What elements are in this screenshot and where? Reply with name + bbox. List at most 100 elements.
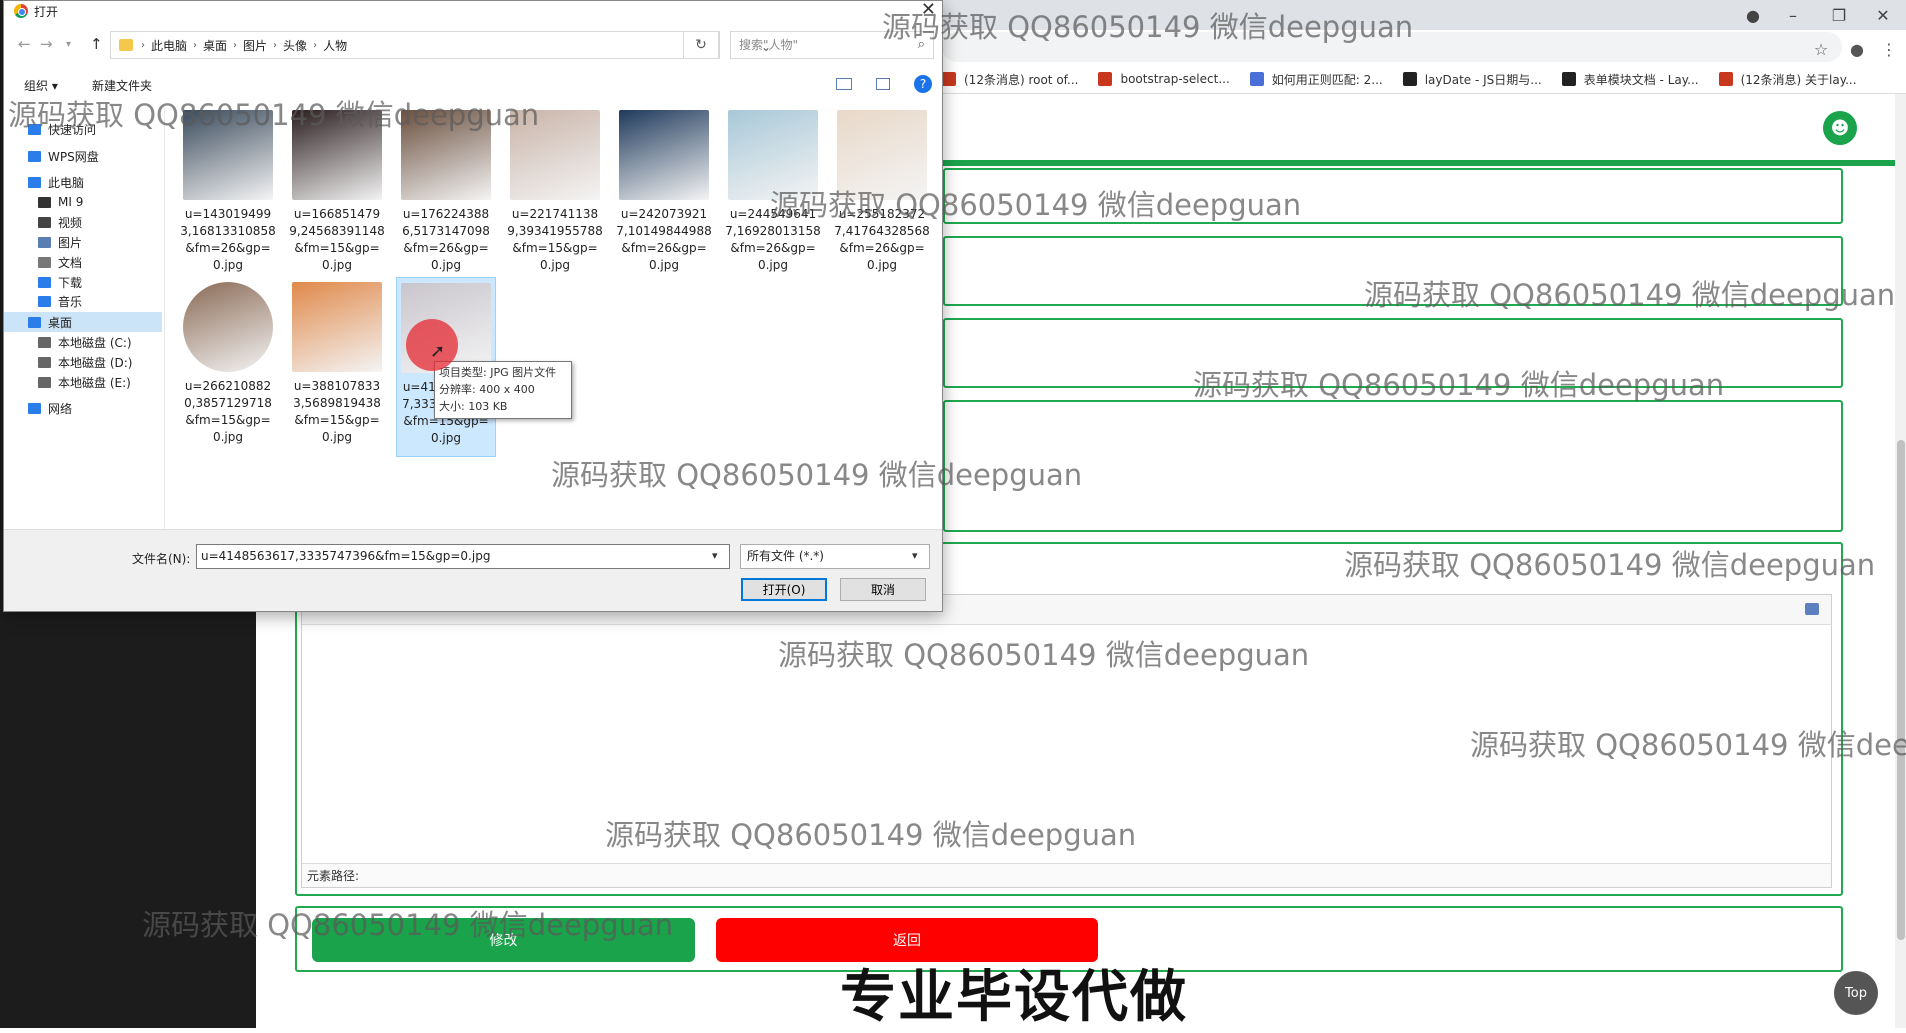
breadcrumb-item[interactable]: 人物 bbox=[323, 37, 347, 54]
nav-item-label: 视频 bbox=[58, 215, 83, 230]
nav-item[interactable]: 视频 bbox=[4, 212, 162, 232]
breadcrumb-separator-icon[interactable]: › bbox=[313, 40, 317, 51]
help-icon[interactable]: ? bbox=[914, 75, 932, 93]
menu-icon[interactable]: ⋮ bbox=[1878, 38, 1900, 60]
recent-chevron-icon[interactable]: ▾ bbox=[66, 39, 71, 50]
bookmark-item[interactable]: layDate - JS日期与... bbox=[1402, 71, 1542, 88]
nav-item[interactable]: 音乐 bbox=[4, 291, 162, 311]
nav-item-label: MI 9 bbox=[58, 195, 84, 209]
file-item[interactable]: u=3881078333,5689819438&fm=15&gp=0.jpg bbox=[287, 277, 387, 457]
open-button[interactable]: 打开(O) bbox=[741, 578, 827, 601]
app-header bbox=[942, 94, 1906, 164]
video-icon bbox=[38, 216, 51, 228]
user-avatar-icon[interactable]: ☻ bbox=[1823, 111, 1857, 145]
window-close-icon[interactable]: ✕ bbox=[1860, 0, 1906, 30]
file-tooltip: 项目类型: JPG 图片文件 分辨率: 400 x 400 大小: 103 KB bbox=[434, 361, 572, 419]
editor-element-path: 元素路径: bbox=[302, 863, 1831, 887]
cloud-icon bbox=[28, 150, 41, 162]
pane-divider[interactable] bbox=[164, 109, 165, 529]
breadcrumb-separator-icon[interactable]: › bbox=[273, 40, 277, 51]
file-name: u=2420739217,10149844988&fm=26&gp=0.jpg bbox=[616, 207, 712, 272]
nav-item[interactable]: 文档 bbox=[4, 252, 162, 272]
file-thumbnail bbox=[619, 110, 709, 200]
breadcrumb-item[interactable]: 头像 bbox=[283, 37, 307, 54]
breadcrumb-item[interactable]: 桌面 bbox=[203, 37, 227, 54]
bookmark-item[interactable]: (12条消息) root of... bbox=[942, 71, 1078, 88]
watermark: 源码获取 QQ86050149 微信deepguan bbox=[882, 10, 1414, 44]
nav-item-label: 文档 bbox=[58, 255, 83, 270]
dialog-titlebar: 打开 ✕ bbox=[4, 1, 942, 21]
desktop-icon bbox=[28, 316, 41, 328]
back-arrow-icon[interactable]: ← bbox=[18, 35, 31, 53]
watermark: 源码获取 QQ86050149 微信deepguan bbox=[778, 638, 1310, 672]
file-item[interactable]: u=2420739217,10149844988&fm=26&gp=0.jpg bbox=[614, 105, 714, 285]
drive-icon bbox=[38, 336, 51, 348]
cancel-button[interactable]: 取消 bbox=[840, 578, 926, 601]
search-input[interactable] bbox=[731, 32, 901, 58]
filename-input[interactable]: u=4148563617,3335747396&fm=15&gp=0.jpg bbox=[196, 544, 730, 569]
nav-item-label: 网络 bbox=[48, 401, 73, 416]
mouse-cursor-icon: ➚ bbox=[430, 341, 446, 362]
navigation-pane: 快速访问 WPS网盘 此电脑 MI 9 视频 图片 文档 下载 音乐 桌面 本地磁盘 (C:) 本地磁… bbox=[4, 109, 164, 529]
watermark: 源码获取 QQ86050149 微信deepguan bbox=[605, 818, 1137, 852]
nav-item-label: 桌面 bbox=[48, 315, 73, 330]
nav-item[interactable]: 本地磁盘 (E:) bbox=[4, 372, 162, 392]
preview-pane-icon[interactable] bbox=[876, 78, 890, 90]
breadcrumb-item[interactable]: 此电脑 bbox=[151, 37, 187, 54]
file-thumbnail bbox=[292, 282, 382, 372]
phone-icon bbox=[38, 196, 51, 208]
filetype-dropdown-icon[interactable]: ▾ bbox=[912, 549, 918, 562]
breadcrumb-separator-icon[interactable]: › bbox=[233, 40, 237, 51]
restore-icon[interactable]: ❐ bbox=[1816, 0, 1862, 30]
fullscreen-icon[interactable] bbox=[1805, 603, 1819, 615]
bookmark-item[interactable]: bootstrap-select... bbox=[1098, 72, 1230, 86]
nav-item[interactable]: 本地磁盘 (C:) bbox=[4, 332, 162, 352]
breadcrumb-item[interactable]: 图片 bbox=[243, 37, 267, 54]
nav-item-label: 图片 bbox=[58, 235, 83, 250]
bookmark-star-icon[interactable]: ☆ bbox=[1810, 38, 1832, 60]
nav-item[interactable]: 桌面 bbox=[4, 312, 162, 332]
bookmark-favicon-icon bbox=[1098, 72, 1113, 86]
watermark: 源码获取 QQ86050149 微信deepguan bbox=[770, 188, 1302, 222]
nav-item[interactable]: WPS网盘 bbox=[4, 146, 162, 166]
tooltip-type: 项目类型: JPG 图片文件 bbox=[439, 366, 557, 379]
watermark: 源码获取 QQ86050149 微信deepguan bbox=[1364, 278, 1896, 312]
nav-item-label: 本地磁盘 (C:) bbox=[58, 335, 132, 350]
bookmark-favicon-icon bbox=[1249, 72, 1264, 86]
breadcrumb-separator-icon[interactable]: › bbox=[141, 40, 145, 51]
nav-item[interactable]: 网络 bbox=[4, 398, 162, 418]
filename-dropdown-icon[interactable]: ▾ bbox=[712, 549, 718, 562]
bookmark-favicon-icon bbox=[1402, 72, 1417, 86]
bookmark-favicon-icon bbox=[1561, 72, 1576, 86]
music-icon bbox=[38, 295, 51, 307]
breadcrumb[interactable]: › 此电脑 › 桌面 › 图片 › 头像 › 人物 ⌄ bbox=[110, 31, 771, 59]
forward-arrow-icon[interactable]: → bbox=[40, 35, 53, 53]
breadcrumb-separator-icon[interactable]: › bbox=[193, 40, 197, 51]
filetype-select[interactable]: 所有文件 (*.*) bbox=[740, 544, 930, 569]
bookmark-label: 表单模块文档 - Lay... bbox=[1583, 72, 1699, 87]
minimize-icon[interactable]: – bbox=[1770, 0, 1816, 30]
bookmark-item[interactable]: 表单模块文档 - Lay... bbox=[1561, 71, 1699, 88]
bookmark-item[interactable]: (12条消息) 关于lay... bbox=[1718, 71, 1857, 88]
nav-item[interactable]: 下载 bbox=[4, 272, 162, 292]
bookmark-item[interactable]: 如何用正则匹配: 2... bbox=[1249, 71, 1383, 88]
file-name: u=2662108820,3857129718&fm=15&gp=0.jpg bbox=[184, 379, 272, 444]
file-item[interactable]: u=2662108820,3857129718&fm=15&gp=0.jpg bbox=[178, 277, 278, 457]
file-thumbnail bbox=[183, 282, 273, 372]
up-arrow-icon[interactable]: ↑ bbox=[90, 35, 103, 53]
dialog-nav-row: ← → ▾ ↑ ›此电脑›桌面›图片›头像›人物⌄ ↻ ⌕ bbox=[4, 27, 942, 61]
nav-item[interactable]: 此电脑 bbox=[4, 172, 162, 192]
nav-item[interactable]: MI 9 bbox=[4, 192, 162, 212]
scrollbar-thumb[interactable] bbox=[1897, 440, 1905, 940]
download-icon bbox=[38, 276, 51, 288]
nav-item[interactable]: 本地磁盘 (D:) bbox=[4, 352, 162, 372]
nav-item-label: 此电脑 bbox=[48, 175, 85, 190]
view-options-icon[interactable] bbox=[836, 78, 852, 90]
watermark: 源码获取 QQ86050149 微信deepguan bbox=[1344, 548, 1876, 582]
filename-label: 文件名(N): bbox=[132, 552, 191, 566]
back-to-top-button[interactable]: Top bbox=[1834, 971, 1878, 1015]
bookmarks-bar: (12条消息) root of... bootstrap-select... 如何用… bbox=[942, 66, 1906, 92]
refresh-icon[interactable]: ↻ bbox=[683, 31, 719, 59]
account-icon[interactable]: ● bbox=[1846, 38, 1868, 60]
nav-item[interactable]: 图片 bbox=[4, 232, 162, 252]
